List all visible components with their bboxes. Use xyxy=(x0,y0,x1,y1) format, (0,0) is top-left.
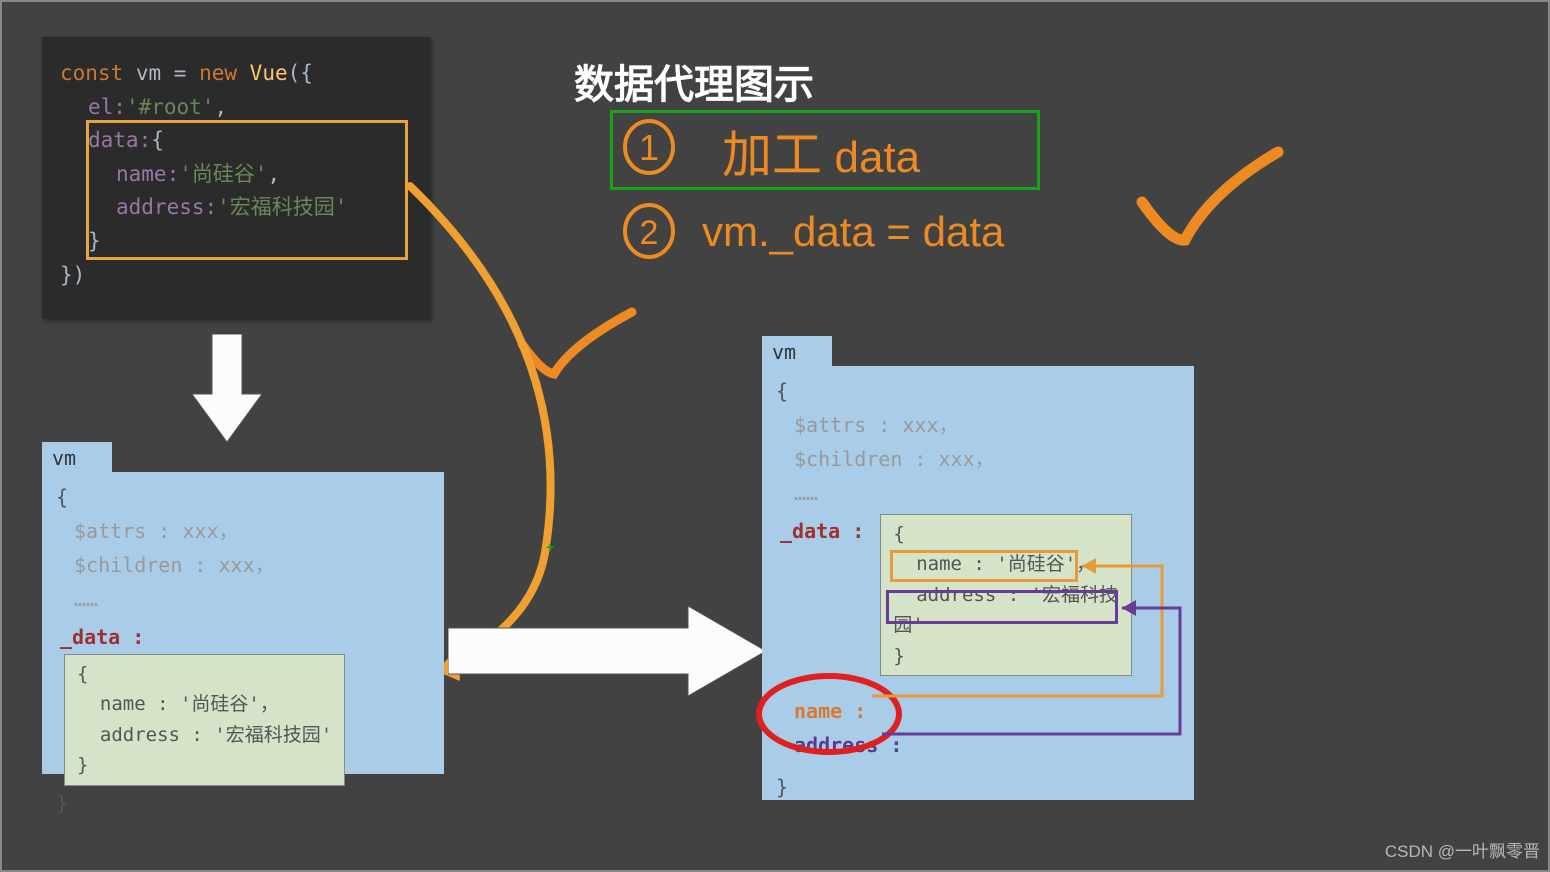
var-vm: vm xyxy=(136,61,174,85)
step2-number-icon: 2 xyxy=(622,202,676,260)
vm-attrs: $attrs : xxx， xyxy=(56,514,430,548)
vm-box-left: vm { $attrs : xxx， $children : xxx， …… _… xyxy=(42,472,444,774)
data-close: } xyxy=(893,645,904,667)
step1-en: data xyxy=(835,133,921,182)
comma1: , xyxy=(214,95,227,119)
address-highlight xyxy=(886,590,1118,624)
brace-close: } xyxy=(776,770,1180,804)
vm-dots: …… xyxy=(776,476,1180,510)
data-open: { xyxy=(77,663,88,685)
vm-children: $children : xxx， xyxy=(776,442,1180,476)
step1-cn: 加工 xyxy=(722,127,835,183)
step1-number-icon: 1 xyxy=(622,118,676,176)
data-close: } xyxy=(77,754,88,776)
vm-children: $children : xxx， xyxy=(56,548,430,582)
vm-dots: …… xyxy=(56,582,430,616)
cross-marker: + xyxy=(546,539,554,555)
name-highlight xyxy=(890,550,1078,582)
data-content-box: { name : '尚硅谷'， address : '宏福科技园' } xyxy=(64,654,345,786)
diagram-title: 数据代理图示 xyxy=(574,52,814,110)
brace-close: } xyxy=(56,786,430,820)
cls-vue: Vue xyxy=(250,61,288,85)
prop-el: el: xyxy=(88,95,126,119)
brace-open: { xyxy=(56,480,430,514)
watermark: CSDN @一叶飘零晋 xyxy=(1385,837,1540,862)
data-highlight-border xyxy=(86,120,408,260)
arrow-right-icon xyxy=(448,606,768,696)
kw-const: const xyxy=(60,61,136,85)
vm-attrs: $attrs : xxx， xyxy=(776,408,1180,442)
svg-text:1: 1 xyxy=(639,127,659,168)
paren: ({ xyxy=(288,61,313,85)
data-open: { xyxy=(893,523,904,545)
data-addr-line: address : '宏福科技园' xyxy=(100,724,332,746)
data-label: _data : xyxy=(60,625,144,649)
str-root: '#root' xyxy=(126,95,215,119)
svg-text:2: 2 xyxy=(640,214,659,252)
vm-tab: vm xyxy=(42,442,112,472)
data-name-line: name : '尚硅谷'， xyxy=(100,693,279,715)
brace-open: { xyxy=(776,374,1180,408)
checkmark-icon xyxy=(1130,142,1290,272)
arrow-down-icon xyxy=(192,334,262,444)
step1-text: 加工 data xyxy=(722,115,920,187)
red-circle-annotation xyxy=(754,672,914,762)
step2-text: vm._data = data xyxy=(702,208,1004,256)
data-label: _data : xyxy=(780,519,876,543)
kw-new: new xyxy=(199,61,250,85)
eq: = xyxy=(174,61,199,85)
paren-close: }) xyxy=(60,263,85,287)
vm-tab: vm xyxy=(762,336,832,366)
